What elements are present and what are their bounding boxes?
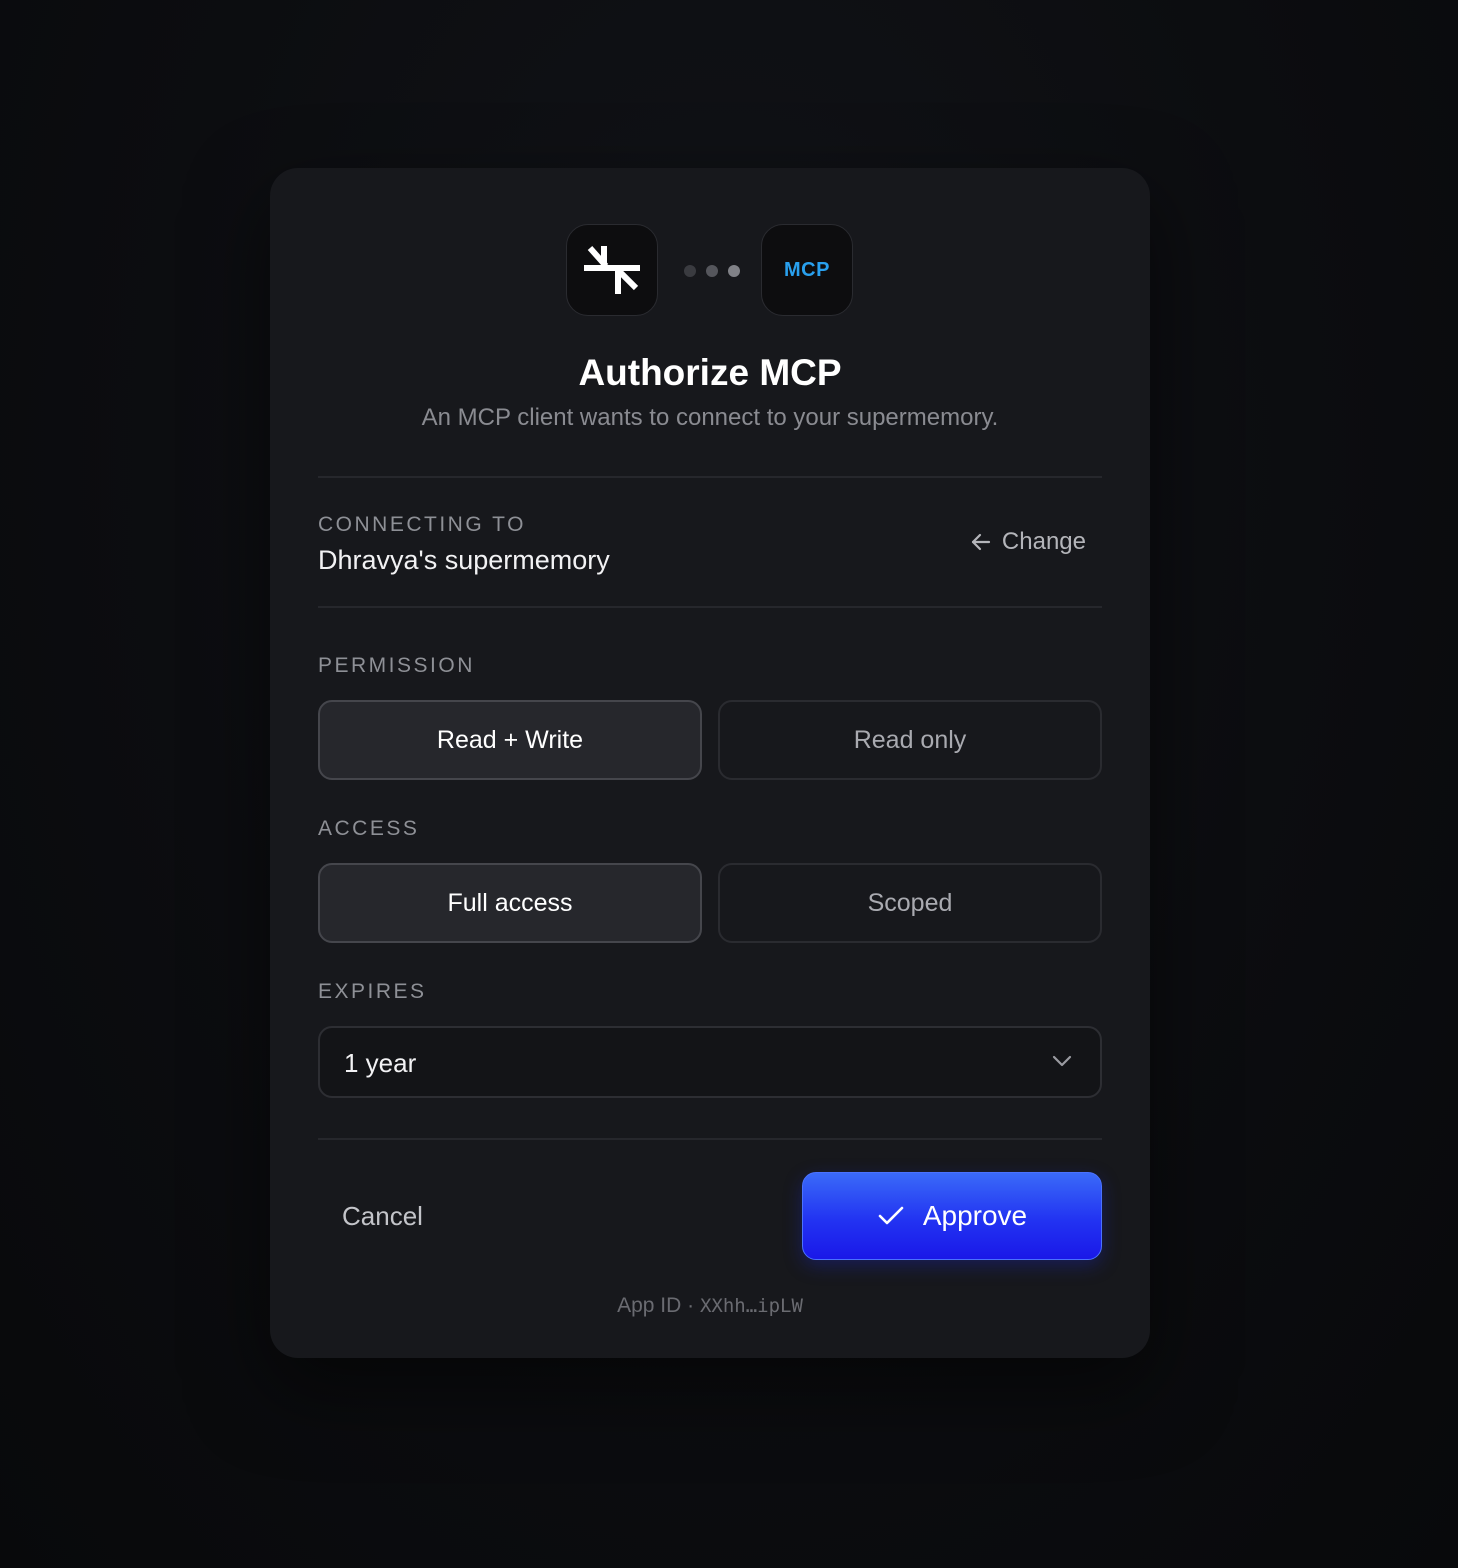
divider bbox=[318, 476, 1102, 478]
mcp-logo-text: MCP bbox=[784, 258, 830, 281]
supermemory-logo bbox=[566, 224, 658, 316]
connecting-to-label: CONNECTING TO bbox=[318, 513, 526, 536]
change-label: Change bbox=[1001, 528, 1086, 555]
permission-option-read-only[interactable]: Read only bbox=[718, 700, 1102, 780]
supermemory-logo-icon bbox=[584, 246, 640, 294]
access-option-scoped[interactable]: Scoped bbox=[718, 863, 1102, 943]
check-icon bbox=[878, 1206, 904, 1225]
connector-dot bbox=[684, 265, 696, 277]
logo-row: MCP bbox=[270, 224, 1150, 318]
change-workspace-button[interactable]: Change bbox=[970, 528, 1086, 556]
page-subtitle: An MCP client wants to connect to your s… bbox=[421, 404, 999, 431]
option-label: Full access bbox=[447, 888, 573, 917]
expires-value: 1 year bbox=[344, 1048, 417, 1078]
access-option-full[interactable]: Full access bbox=[318, 863, 702, 943]
permission-label: PERMISSION bbox=[318, 654, 475, 677]
option-label: Read + Write bbox=[436, 725, 584, 754]
approve-button[interactable]: Approve bbox=[802, 1172, 1102, 1260]
expires-label: EXPIRES bbox=[318, 980, 427, 1003]
arrow-left-icon bbox=[971, 533, 991, 551]
app-id-prefix: App ID · bbox=[617, 1294, 700, 1317]
workspace-name: Dhravya's supermemory bbox=[318, 545, 610, 575]
chevron-down-icon bbox=[1052, 1055, 1072, 1067]
authorize-dialog: MCP Authorize MCP An MCP client wants to… bbox=[270, 168, 1150, 1358]
connector-dot bbox=[728, 265, 740, 277]
connector-dots bbox=[684, 265, 740, 277]
approve-label: Approve bbox=[922, 1200, 1028, 1231]
divider bbox=[318, 606, 1102, 608]
expires-select[interactable]: 1 year bbox=[318, 1026, 1102, 1098]
option-label: Scoped bbox=[867, 888, 953, 917]
app-id-value: XXhh…ipLW bbox=[699, 1295, 803, 1317]
connector-dot bbox=[706, 265, 718, 277]
cancel-button[interactable]: Cancel bbox=[318, 1172, 448, 1260]
app-id-footer: App ID · XXhh…ipLW bbox=[270, 1294, 1150, 1318]
access-label: ACCESS bbox=[318, 817, 420, 840]
mcp-logo: MCP bbox=[761, 224, 853, 316]
option-label: Read only bbox=[853, 725, 967, 754]
permission-option-read-write[interactable]: Read + Write bbox=[318, 700, 702, 780]
page-title: Authorize MCP bbox=[578, 352, 842, 393]
divider bbox=[318, 1138, 1102, 1140]
